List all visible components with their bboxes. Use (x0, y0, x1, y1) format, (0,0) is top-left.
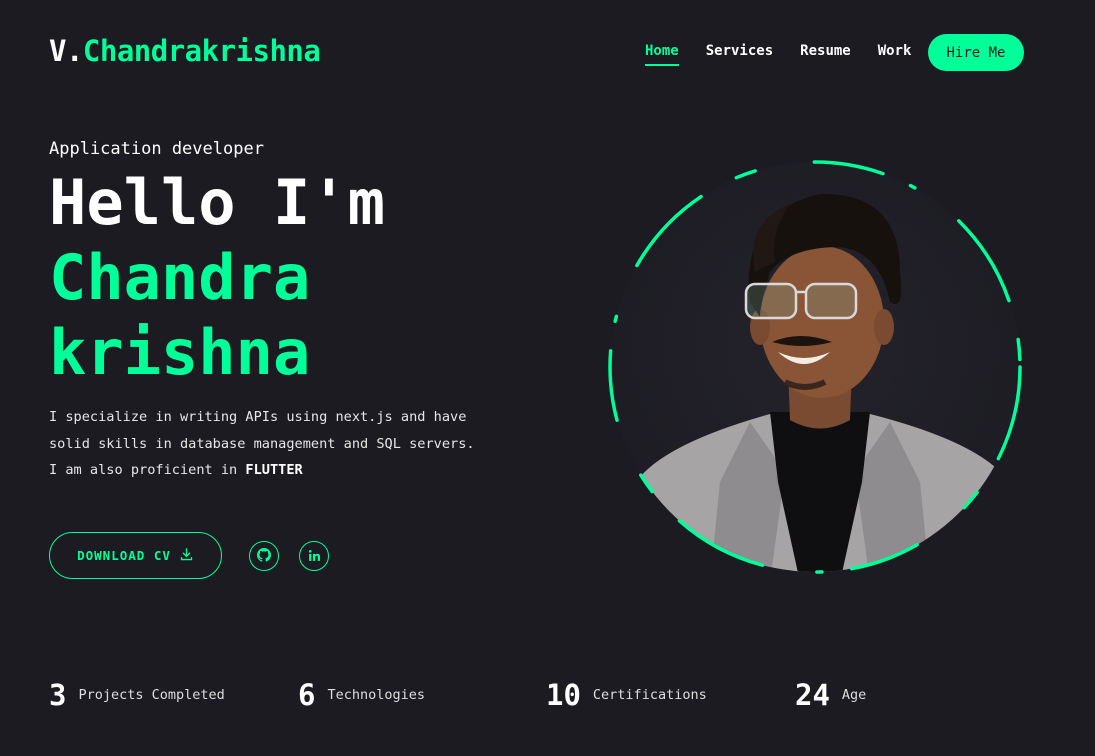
linkedin-link[interactable] (299, 541, 329, 571)
bio-line-3-prefix: I am also proficient in (49, 462, 246, 478)
logo-name: Chandrakrishna (82, 34, 321, 68)
profile-portrait (600, 152, 1030, 582)
role-title: Application developer (49, 139, 264, 159)
stat-value: 6 (298, 678, 316, 712)
nav-work[interactable]: Work (878, 43, 912, 66)
bio-line-3: I am also proficient in FLUTTER (49, 457, 489, 484)
nav-services[interactable]: Services (706, 43, 773, 66)
hero-heading: Hello I'm Chandra krishna (49, 165, 385, 390)
logo-prefix: V. (49, 34, 83, 68)
portrait-photo (610, 162, 1020, 572)
bio-text: I specialize in writing APIs using next.… (49, 404, 489, 484)
bio-line-1: I specialize in writing APIs using next.… (49, 409, 467, 425)
bio-line-2: solid skills in database management and … (49, 435, 475, 452)
stat-label: Age (841, 687, 867, 703)
portfolio-page: V.Chandrakrishna Home Services Resume Wo… (0, 0, 1095, 756)
github-icon (257, 547, 271, 566)
stat-value: 10 (546, 678, 581, 712)
name-line-1: Chandra (49, 241, 311, 314)
logo[interactable]: V.Chandrakrishna (49, 34, 321, 68)
stat-label: Certifications (592, 687, 707, 703)
stat-label: Projects Completed (78, 687, 225, 703)
stat-technologies: 6 Technologies (298, 678, 425, 712)
flutter-highlight: FLUTTER (245, 462, 303, 478)
stat-projects: 3 Projects Completed (49, 678, 225, 712)
download-cv-button[interactable]: DOWNLOAD CV (49, 532, 222, 579)
stat-certifications: 10 Certifications (546, 678, 707, 712)
stat-age: 24 Age (795, 678, 866, 712)
stat-value: 3 (49, 678, 67, 712)
download-cv-label: DOWNLOAD CV (77, 548, 171, 563)
nav-home[interactable]: Home (645, 43, 679, 66)
download-icon (179, 547, 194, 565)
greeting-text: Hello I'm (49, 166, 385, 239)
stat-value: 24 (795, 678, 830, 712)
nav-resume[interactable]: Resume (800, 43, 851, 66)
github-link[interactable] (249, 541, 279, 571)
name-line-2: krishna (49, 316, 311, 389)
stat-label: Technologies (327, 687, 426, 703)
main-nav: Home Services Resume Work (645, 43, 938, 66)
linkedin-icon (308, 547, 321, 566)
hire-me-button[interactable]: Hire Me (928, 34, 1024, 71)
